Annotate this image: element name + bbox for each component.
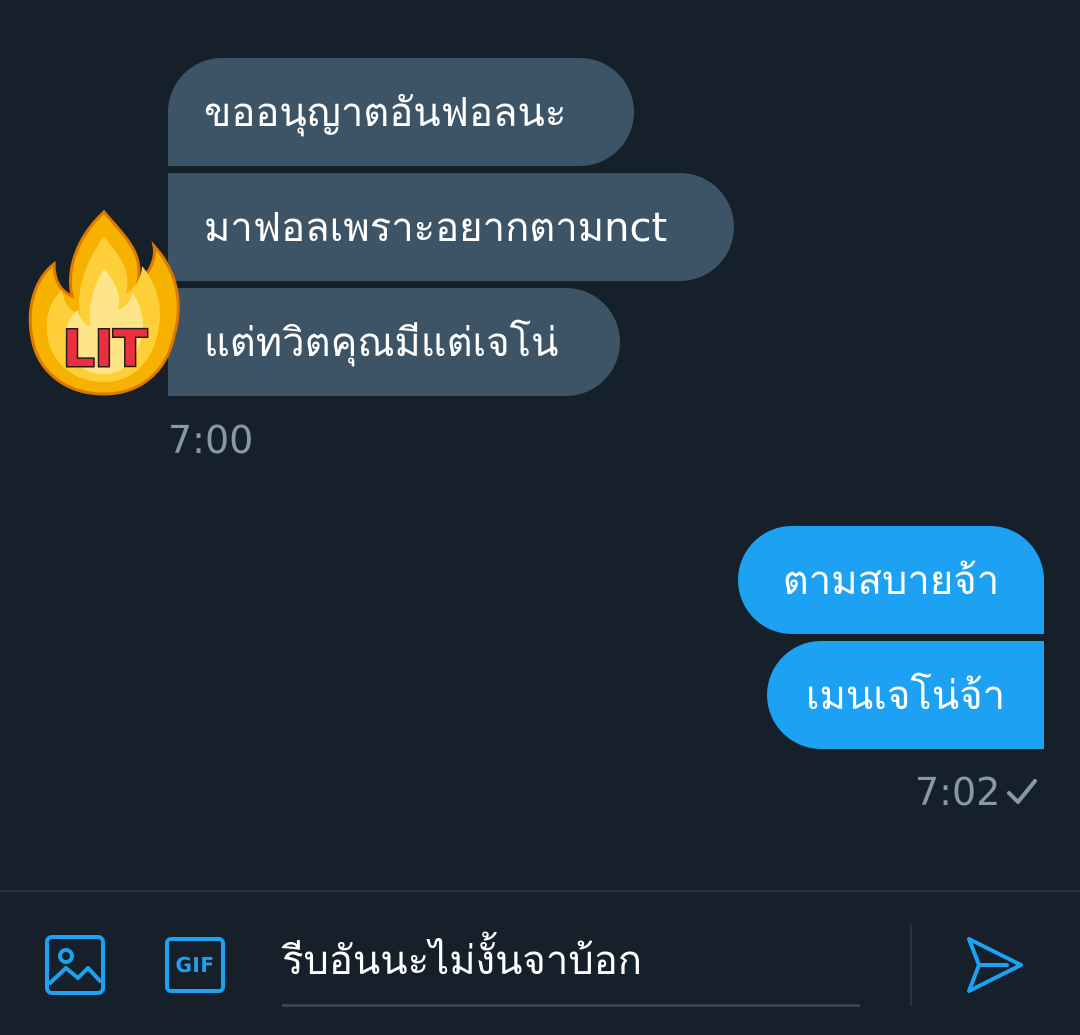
- lit-text: LIT: [61, 319, 149, 380]
- gif-icon: GIF: [165, 937, 225, 993]
- dm-conversation-screen: ขออนุญาตอันฟอลนะ มาฟอลเพราะอยากตามnct แต…: [0, 0, 1080, 1035]
- incoming-message[interactable]: แต่ทวิตคุณมีแต่เจโน่: [168, 288, 620, 396]
- check-icon: [1007, 779, 1037, 804]
- message-text: เมนเจโน่จ้า: [805, 673, 1006, 719]
- incoming-timestamp: 7:00: [168, 418, 254, 462]
- composer-divider: [910, 924, 912, 1006]
- send-button[interactable]: [960, 930, 1030, 1000]
- message-text: ขออนุญาตอันฟอลนะ: [204, 90, 567, 136]
- svg-text:LIT: LIT: [63, 320, 148, 378]
- message-input[interactable]: รีบอันนะไม่งั้นจาบ้อก: [282, 920, 860, 1007]
- outgoing-message[interactable]: ตามสบายจ้า: [738, 526, 1044, 634]
- send-icon: [967, 937, 1023, 993]
- message-text: แต่ทวิตคุณมีแต่เจโน่: [204, 320, 559, 366]
- outgoing-timestamp: 7:02: [915, 770, 1001, 814]
- outgoing-message[interactable]: เมนเจโน่จ้า: [767, 641, 1044, 749]
- image-icon: [45, 935, 105, 995]
- add-gif-button[interactable]: GIF: [160, 932, 230, 998]
- add-image-button[interactable]: [42, 932, 108, 998]
- sender-avatar[interactable]: LIT: [26, 206, 184, 398]
- lit-fire-sticker-icon: LIT: [28, 209, 180, 396]
- message-composer: GIF รีบอันนะไม่งั้นจาบ้อก: [0, 890, 1080, 1035]
- incoming-message[interactable]: มาฟอลเพราะอยากตามnct: [168, 173, 734, 281]
- incoming-message[interactable]: ขออนุญาตอันฟอลนะ: [168, 58, 634, 166]
- message-text: มาฟอลเพราะอยากตามnct: [204, 205, 668, 251]
- message-text: ตามสบายจ้า: [782, 558, 1000, 604]
- message-input-value: รีบอันนะไม่งั้นจาบ้อก: [282, 938, 642, 984]
